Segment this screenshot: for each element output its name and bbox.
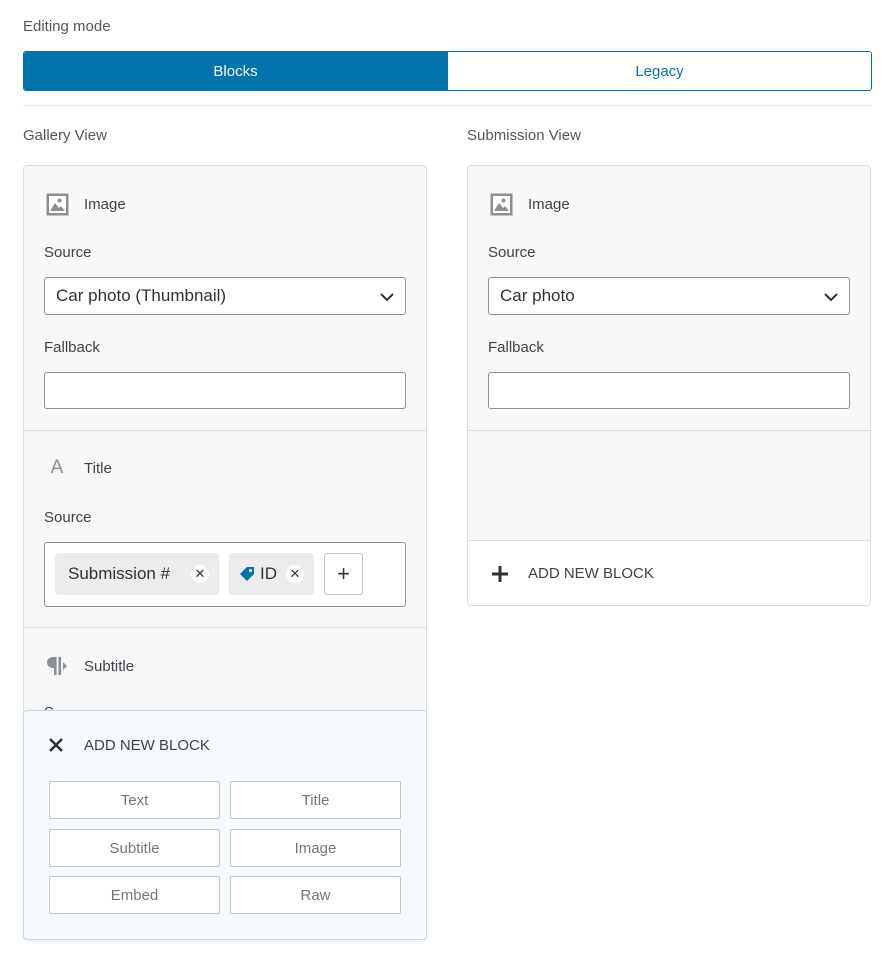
gallery-blocks-panel: Image Source Car photo (Thumbnail) Fallb… xyxy=(23,165,427,725)
submission-blocks-panel: Image Source Car photo Fallback ADD NEW … xyxy=(467,165,871,606)
block-divider xyxy=(24,627,426,628)
close-icon[interactable] xyxy=(48,733,64,757)
submission-image-source-value: Car photo xyxy=(500,286,575,305)
paragraph-icon xyxy=(45,654,69,678)
gallery-image-fallback-label: Fallback xyxy=(44,339,100,356)
section-divider xyxy=(23,105,872,106)
gallery-image-source-label: Source xyxy=(44,244,92,261)
legacy-mode-button[interactable]: Legacy xyxy=(447,52,871,90)
submission-image-fallback-input[interactable] xyxy=(488,372,850,409)
plus-icon xyxy=(492,565,508,582)
chevron-down-icon xyxy=(823,289,839,310)
token-label: Submission # xyxy=(68,564,171,583)
gallery-image-source-value: Car photo (Thumbnail) xyxy=(56,286,227,305)
submission-view-heading: Submission View xyxy=(467,127,581,144)
gallery-title-source-tokens[interactable]: Submission # ✕ ID ✕ + xyxy=(44,542,406,607)
add-block-popover: ADD NEW BLOCK Text Title Subtitle Image … xyxy=(23,710,427,940)
block-divider xyxy=(468,430,870,431)
add-raw-block-button[interactable]: Raw xyxy=(230,876,401,914)
gallery-title-source-label: Source xyxy=(44,509,92,526)
submission-image-source-select[interactable]: Car photo xyxy=(488,277,850,315)
block-divider xyxy=(24,430,426,431)
gallery-title-block-title: Title xyxy=(84,459,112,477)
gallery-view-heading: Gallery View xyxy=(23,127,107,144)
plus-icon: + xyxy=(337,561,350,586)
editing-mode-toggle: Blocks Legacy xyxy=(23,51,872,91)
submission-image-fallback-label: Fallback xyxy=(488,339,544,356)
image-icon xyxy=(489,192,513,216)
gallery-subtitle-block-header: Subtitle xyxy=(45,654,134,678)
image-icon xyxy=(45,192,69,216)
token-label: ID xyxy=(260,564,277,583)
editing-mode-label: Editing mode xyxy=(23,18,111,35)
submission-image-block-title: Image xyxy=(528,195,570,213)
add-embed-block-button[interactable]: Embed xyxy=(49,876,220,914)
add-text-block-button[interactable]: Text xyxy=(49,781,220,819)
gallery-image-block-title: Image xyxy=(84,195,126,213)
remove-token-icon[interactable]: ✕ xyxy=(286,565,304,583)
chevron-down-icon xyxy=(379,289,395,310)
gallery-title-block-header: A Title xyxy=(45,456,112,480)
token-chip: Submission # ✕ xyxy=(55,553,219,595)
gallery-image-source-select[interactable]: Car photo (Thumbnail) xyxy=(44,277,406,315)
blocks-mode-button[interactable]: Blocks xyxy=(24,52,447,90)
gallery-subtitle-block-title: Subtitle xyxy=(84,657,135,675)
token-chip: ID ✕ xyxy=(229,553,314,595)
add-block-popover-title: ADD NEW BLOCK xyxy=(84,736,210,754)
gallery-image-fallback-input[interactable] xyxy=(44,372,406,409)
add-block-popover-header: ADD NEW BLOCK xyxy=(48,733,210,757)
tag-icon xyxy=(239,566,255,582)
add-token-button[interactable]: + xyxy=(324,553,363,595)
submission-image-source-label: Source xyxy=(488,244,536,261)
add-image-block-button[interactable]: Image xyxy=(230,829,401,867)
gallery-image-block-header: Image xyxy=(45,192,126,216)
submission-image-block-header: Image xyxy=(489,192,570,216)
letter-a-icon: A xyxy=(50,457,64,478)
submission-add-block-label: ADD NEW BLOCK xyxy=(528,565,654,582)
remove-token-icon[interactable]: ✕ xyxy=(191,565,209,583)
add-title-block-button[interactable]: Title xyxy=(230,781,401,819)
submission-add-block-button[interactable]: ADD NEW BLOCK xyxy=(468,541,870,605)
add-subtitle-block-button[interactable]: Subtitle xyxy=(49,829,220,867)
